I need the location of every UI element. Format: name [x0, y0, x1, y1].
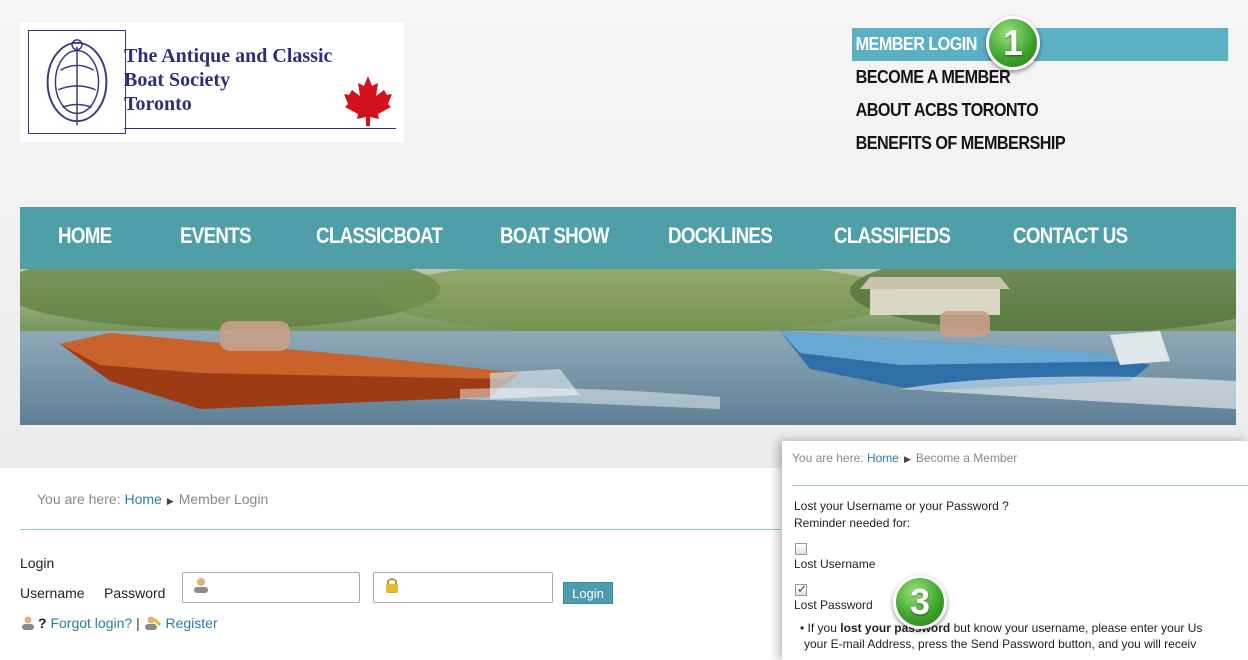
nav-home[interactable]: HOME: [58, 223, 112, 249]
password-input[interactable]: [373, 572, 553, 603]
breadcrumb-home-link[interactable]: Home: [124, 491, 161, 507]
info-text-c: but know your username, please enter you…: [950, 621, 1203, 635]
maple-leaf-icon: [344, 76, 392, 126]
breadcrumb: You are here: Home ▶ Member Login: [37, 491, 268, 507]
nav-classifieds[interactable]: CLASSIFIEDS: [834, 223, 951, 249]
lost-password-label: Lost Password: [794, 598, 873, 612]
lost-username-label: Lost Username: [794, 557, 876, 571]
about-acbs-link[interactable]: ABOUT ACBS TORONTO: [852, 94, 1228, 127]
breadcrumb-home-link[interactable]: Home: [867, 451, 899, 465]
reminder-label: Reminder needed for:: [794, 516, 911, 530]
password-label: Password: [104, 585, 166, 601]
breadcrumb-secondary: You are here: Home ▶ Become a Member: [792, 451, 1017, 465]
banner-image: [20, 269, 1236, 425]
nav-classicboat[interactable]: CLASSICBOAT: [316, 223, 443, 249]
username-input[interactable]: [182, 572, 360, 603]
username-label: Username: [20, 585, 85, 601]
member-login-link[interactable]: MEMBER LOGIN: [852, 28, 1229, 61]
breadcrumb-prefix: You are here:: [37, 491, 121, 507]
login-button[interactable]: Login: [563, 582, 613, 604]
member-links: MEMBER LOGIN BECOME A MEMBER ABOUT ACBS …: [852, 28, 1248, 160]
breadcrumb-divider: [20, 529, 780, 530]
lost-username-checkbox[interactable]: [795, 543, 807, 555]
nav-events[interactable]: EVENTS: [180, 223, 251, 249]
become-member-link[interactable]: BECOME A MEMBER: [852, 61, 1228, 94]
user-question-icon: [22, 616, 34, 630]
step-badge-1: 1: [986, 16, 1040, 70]
info-line-2: your E-mail Address, press the Send Pass…: [804, 637, 1197, 651]
benefits-link[interactable]: BENEFITS OF MEMBERSHIP: [852, 127, 1228, 160]
link-separator: |: [136, 615, 140, 631]
register-icon: [144, 616, 161, 630]
member-login-panel: You are here: Home ▶ Member Login Login Us…: [0, 468, 790, 660]
main-nav: HOME EVENTS CLASSICBOAT BOAT SHOW DOCKLI…: [20, 207, 1236, 269]
boat-emblem-icon: [28, 30, 126, 134]
site-logo[interactable]: The Antique and Classic Boat Society Tor…: [20, 22, 404, 142]
step-badge-3: 3: [893, 575, 947, 629]
nav-contact-us[interactable]: CONTACT US: [1013, 223, 1128, 249]
info-bullet-1: • If you lost your password but know you…: [800, 621, 1202, 635]
lost-password-panel: You are here: Home ▶ Become a Member Lost …: [782, 441, 1248, 660]
breadcrumb-arrow-icon: ▶: [166, 496, 174, 506]
info-text-a: If you: [807, 621, 841, 635]
breadcrumb-arrow-icon: ▶: [903, 454, 911, 464]
forgot-login-link[interactable]: Forgot login?: [50, 615, 132, 631]
breadcrumb-divider: [792, 485, 1248, 486]
breadcrumb-current: Become a Member: [915, 451, 1018, 465]
nav-boat-show[interactable]: BOAT SHOW: [500, 223, 610, 249]
lost-question: Lost your Username or your Password ?: [794, 499, 1009, 513]
logo-divider: [124, 128, 396, 129]
nav-docklines[interactable]: DOCKLINES: [668, 223, 773, 249]
register-link[interactable]: Register: [165, 615, 217, 631]
breadcrumb-prefix: You are here:: [792, 451, 864, 465]
login-help-links: ? Forgot login? | Register: [20, 615, 218, 631]
breadcrumb-current: Member Login: [178, 491, 269, 507]
user-icon: [194, 578, 208, 593]
lock-icon: [386, 578, 398, 593]
bullet-icon: •: [800, 621, 805, 635]
login-title: Login: [20, 555, 55, 571]
logo-line-1: The Antique and Classic: [124, 45, 333, 67]
lost-password-checkbox[interactable]: [795, 582, 807, 596]
